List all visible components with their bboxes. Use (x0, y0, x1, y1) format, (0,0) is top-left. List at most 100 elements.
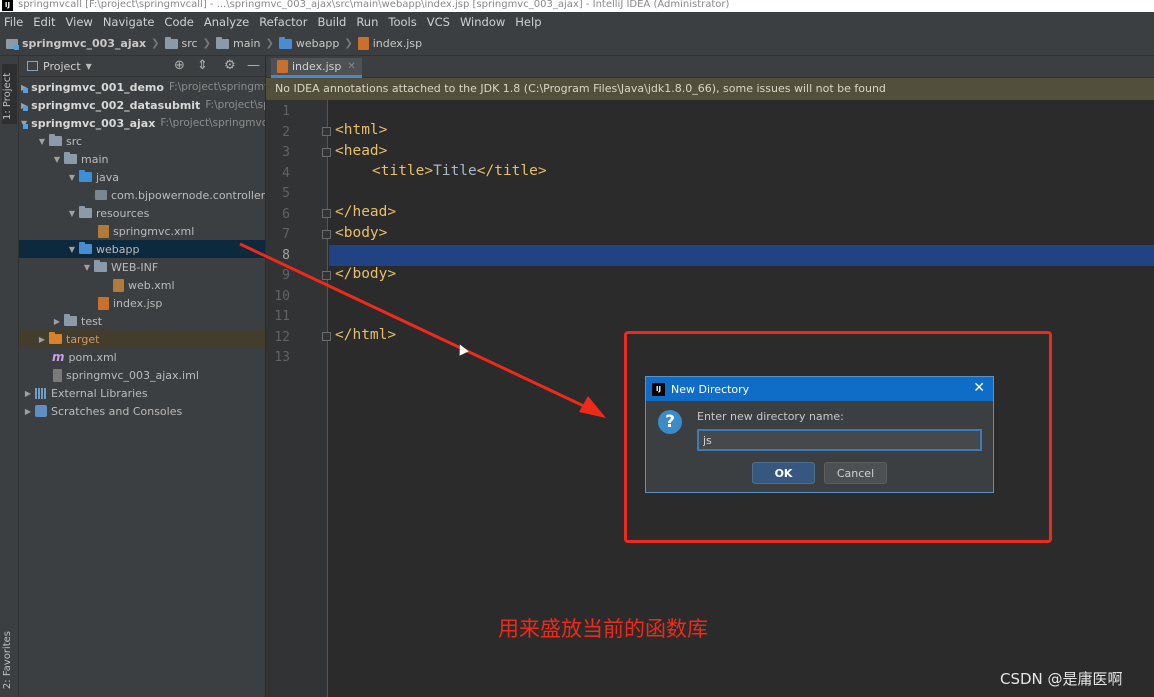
tree-item-module[interactable]: ▶springmvc_001_demoF:\project\springmvca… (19, 78, 265, 96)
left-tool-strip: 1: Project 2: Favorites (0, 56, 19, 697)
excluded-folder-icon (49, 332, 62, 344)
line-number-current: 8 (282, 248, 290, 263)
line-number: 9 (282, 268, 290, 283)
chevron-right-icon: ❯ (344, 38, 353, 49)
menu-run[interactable]: Run (356, 15, 378, 29)
line-number: 10 (274, 289, 290, 304)
tool-tab-favorites[interactable]: 2: Favorites (2, 631, 13, 689)
menu-code[interactable]: Code (164, 15, 193, 29)
tree-item-folder-excluded[interactable]: ▶ target (19, 330, 265, 348)
menu-window[interactable]: Window (460, 15, 505, 29)
menu-edit[interactable]: Edit (33, 15, 55, 29)
title-close-tag: </title> (476, 163, 547, 179)
tree-item-file[interactable]: springmvc_003_ajax.iml (19, 366, 265, 384)
tree-item-scratches[interactable]: ▶ Scratches and Consoles (19, 402, 265, 420)
xml-file-icon (113, 278, 124, 292)
line-number: 2 (282, 125, 290, 140)
menu-vcs[interactable]: VCS (427, 15, 450, 29)
chevron-down-icon[interactable]: ▼ (65, 245, 79, 254)
dialog-title-bar[interactable]: IJ New Directory ✕ (646, 377, 993, 401)
breadcrumb-src[interactable]: src (164, 36, 198, 50)
menu-navigate[interactable]: Navigate (103, 15, 155, 29)
ok-button[interactable]: OK (752, 462, 815, 484)
hide-panel-icon[interactable]: — (247, 59, 260, 73)
tree-item-folder[interactable]: ▼ resources (19, 204, 265, 222)
chevron-down-icon[interactable]: ▼ (50, 155, 64, 164)
tree-item-file[interactable]: web.xml (19, 276, 265, 294)
line-number: 3 (282, 145, 290, 160)
breadcrumb-file[interactable]: index.jsp (357, 37, 422, 50)
tree-item-folder[interactable]: ▶ test (19, 312, 265, 330)
chevron-down-icon[interactable]: ▼ (65, 209, 79, 218)
line-number: 1 (282, 104, 290, 119)
jsp-file-icon (357, 37, 369, 50)
new-directory-dialog: IJ New Directory ✕ ? Enter new directory… (645, 376, 994, 493)
collapse-all-icon[interactable]: ⇕ (197, 59, 208, 73)
menu-file[interactable]: File (4, 15, 23, 29)
breadcrumb-webapp[interactable]: webapp (278, 36, 339, 50)
folder-icon (94, 260, 107, 272)
locate-icon[interactable]: ⊕ (174, 59, 185, 73)
chevron-right-icon[interactable]: ▶ (21, 407, 35, 416)
menu-refactor[interactable]: Refactor (259, 15, 307, 29)
menu-analyze[interactable]: Analyze (204, 15, 249, 29)
tree-item-package[interactable]: com.bjpowernode.controller (19, 186, 265, 204)
tree-item-module[interactable]: ▶springmvc_002_datasubmitF:\project\spri… (19, 96, 265, 114)
chevron-right-icon[interactable]: ▶ (50, 317, 64, 326)
tool-tab-project[interactable]: 1: Project (2, 64, 17, 124)
tree-item-folder-selected[interactable]: ▼ webapp (19, 240, 265, 258)
module-folder-icon (6, 38, 19, 50)
title-open-tag: <title> (372, 163, 434, 179)
menu-build[interactable]: Build (317, 15, 346, 29)
code-line-12: </html> (335, 327, 397, 343)
iml-file-icon (53, 368, 62, 382)
chevron-right-icon[interactable]: ▶ (21, 389, 35, 398)
editor-gutter: 1 2 3 4 5 6 7 8 9 10 11 12 13 (266, 100, 331, 697)
close-icon[interactable]: ✕ (973, 380, 985, 396)
source-folder-icon (79, 170, 92, 182)
chevron-right-icon: ❯ (151, 38, 160, 49)
tree-item-folder[interactable]: ▼ WEB-INF (19, 258, 265, 276)
menu-help[interactable]: Help (515, 15, 541, 29)
editor-tab-bar: index.jsp ✕ (266, 56, 1154, 78)
tree-item-module[interactable]: ▼ springmvc_003_ajax F:\project\springmvca… (19, 114, 265, 132)
gear-icon[interactable]: ⚙ (224, 59, 236, 73)
folder-icon (216, 36, 229, 49)
chevron-right-icon: ❯ (202, 38, 211, 49)
chevron-down-icon[interactable]: ▼ (65, 173, 79, 182)
code-line-6: </head> (335, 204, 397, 220)
tree-item-file[interactable]: springmvc.xml (19, 222, 265, 240)
project-panel: Project ▼ ⊕ ⇕ ⚙ — ▶ springmvc_001_demo F:\… (19, 56, 266, 697)
chevron-right-icon[interactable]: ▶ (35, 335, 49, 344)
resources-folder-icon (79, 206, 92, 218)
tree-item-libraries[interactable]: ▶ External Libraries (19, 384, 265, 402)
directory-name-input[interactable] (697, 429, 982, 451)
code-line-2: <html> (335, 122, 388, 138)
code-line-4: <title>Title</title> (372, 163, 547, 179)
tree-item-folder[interactable]: ▼ src (19, 132, 265, 150)
breadcrumb-module[interactable]: springmvc_003_ajax (6, 37, 146, 50)
menu-view[interactable]: View (66, 15, 93, 29)
line-number: 4 (282, 166, 290, 181)
breadcrumb-main[interactable]: main (216, 36, 260, 50)
jsp-file-icon (98, 296, 109, 310)
chevron-down-icon[interactable]: ▼ (35, 137, 49, 146)
window-title-bar: IJ springmvcall [F:\project\springmvcall… (0, 0, 1154, 12)
caret-down-icon[interactable]: ▼ (86, 62, 92, 71)
tree-item-file[interactable]: index.jsp (19, 294, 265, 312)
window-title: springmvcall [F:\project\springmvcall] -… (18, 0, 730, 10)
code-line-7: <body> (335, 225, 388, 241)
maven-pom-icon: m (52, 350, 65, 364)
chevron-down-icon[interactable]: ▼ (80, 263, 94, 272)
tree-item-folder[interactable]: ▼ java (19, 168, 265, 186)
close-icon[interactable]: ✕ (347, 61, 355, 72)
cancel-button[interactable]: Cancel (824, 462, 887, 484)
project-view-selector[interactable]: Project (43, 60, 81, 73)
tree-item-folder[interactable]: ▼ main (19, 150, 265, 168)
csdn-watermark: CSDN @是庸医啊 (1000, 670, 1123, 688)
current-line-highlight (329, 245, 1154, 266)
tab-index-jsp[interactable]: index.jsp ✕ (271, 58, 362, 78)
line-number: 5 (282, 186, 290, 201)
tree-item-file[interactable]: m pom.xml (19, 348, 265, 366)
menu-tools[interactable]: Tools (388, 15, 416, 29)
